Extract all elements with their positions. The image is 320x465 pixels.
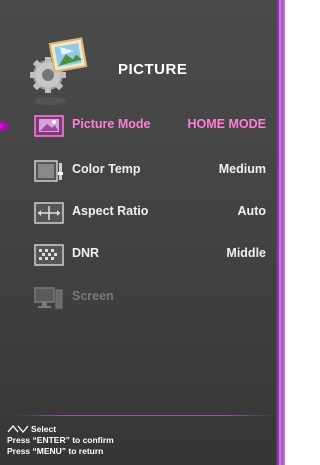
menu-item-color-temp[interactable]: Color Temp Medium [0,155,276,185]
picture-settings-icon [30,37,88,105]
menu-item-value: HOME MODE [187,117,266,131]
selection-indicator [0,120,10,132]
picture-mode-icon [34,115,64,137]
hint-confirm: Press “ENTER” to confirm [7,435,114,445]
menu-header: PICTURE [0,25,276,105]
hint-return: Press “MENU” to return [7,446,104,456]
screen-icon [34,287,63,309]
up-down-arrows-icon [7,425,29,433]
footer-divider [14,415,276,416]
menu-item-label: Color Temp [72,162,141,176]
hint-select: Select [31,424,57,434]
menu-item-screen: Screen [0,282,276,312]
menu-title: PICTURE [118,61,188,78]
aspect-ratio-icon [34,202,64,224]
dnr-icon [34,244,64,266]
menu-item-picture-mode[interactable]: Picture Mode HOME MODE [0,110,276,140]
osd-menu-panel: PICTURE Picture Mode HOME MODE Color Tem… [0,0,277,465]
menu-item-value: Auto [237,204,266,218]
menu-item-label: Picture Mode [72,117,151,131]
menu-item-value: Medium [218,162,266,176]
panel-right-edge [276,0,285,465]
menu-item-value: Middle [226,246,266,260]
menu-item-dnr[interactable]: DNR Middle [0,239,276,269]
menu-item-label: Screen [72,289,114,303]
color-temp-icon [34,160,63,182]
menu-item-aspect-ratio[interactable]: Aspect Ratio Auto [0,197,276,227]
menu-item-label: Aspect Ratio [72,204,149,218]
menu-item-label: DNR [72,246,100,260]
